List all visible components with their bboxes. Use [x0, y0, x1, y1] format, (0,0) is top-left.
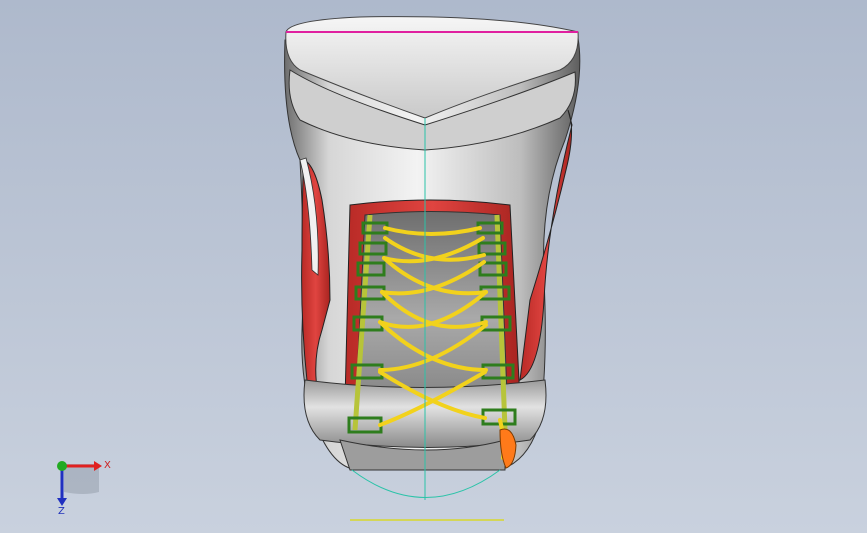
- x-axis-label: X: [104, 460, 111, 471]
- triad-shadow: [64, 464, 99, 494]
- boot-model[interactable]: [284, 16, 581, 521]
- coordinate-triad: X Z: [57, 460, 111, 516]
- reference-arc: [351, 469, 501, 498]
- z-axis-arrowhead: [57, 498, 67, 506]
- y-axis-dot: [57, 461, 67, 471]
- z-axis-label: Z: [58, 506, 65, 516]
- graphics-viewport[interactable]: [0, 0, 867, 533]
